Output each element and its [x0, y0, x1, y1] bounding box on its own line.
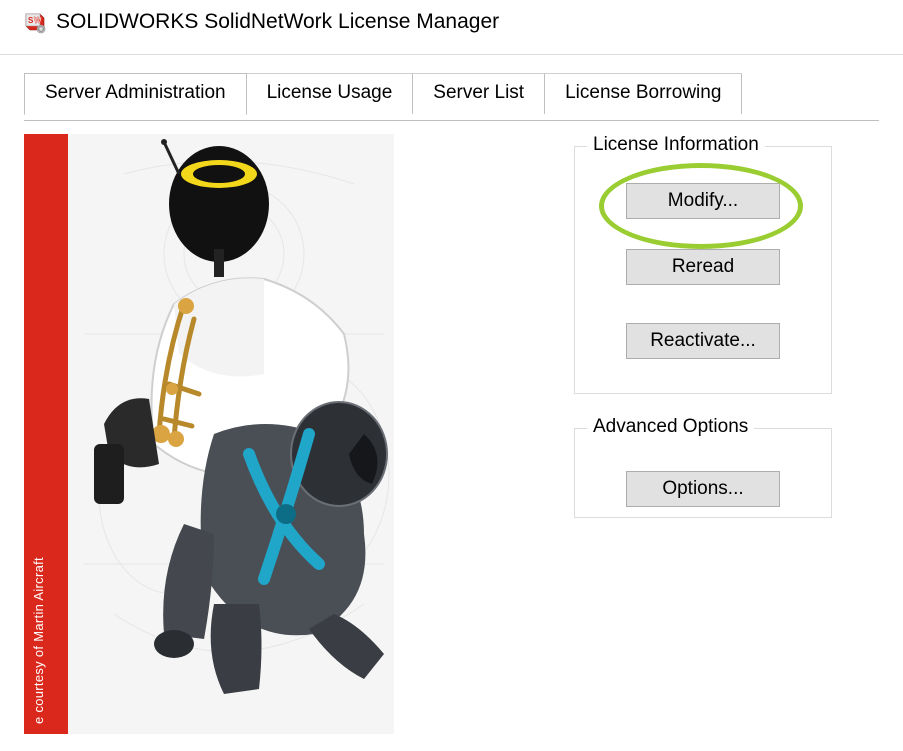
client-area: Server Administration License Usage Serv… [0, 54, 903, 734]
reactivate-button[interactable]: Reactivate... [626, 323, 780, 359]
tab-license-usage[interactable]: License Usage [246, 73, 414, 114]
right-column: License Information Modify... Reread Rea… [434, 134, 879, 734]
window-title: SOLIDWORKS SolidNetWork License Manager [56, 10, 499, 34]
modify-button[interactable]: Modify... [626, 183, 780, 219]
reread-button[interactable]: Reread [626, 249, 780, 285]
tab-content: e courtesy of Martin Aircraft [0, 114, 903, 734]
tab-underline [24, 120, 879, 121]
options-button[interactable]: Options... [626, 471, 780, 507]
svg-text:W: W [34, 16, 42, 25]
titlebar: S W SOLIDWORKS SolidNetWork License Mana… [0, 0, 903, 44]
group-license-title: License Information [587, 134, 765, 156]
tab-server-administration[interactable]: Server Administration [24, 73, 247, 115]
group-advanced-title: Advanced Options [587, 416, 754, 438]
group-advanced-options: Advanced Options Options... [574, 428, 832, 518]
tab-server-list[interactable]: Server List [412, 73, 545, 114]
tab-bar: Server Administration License Usage Serv… [0, 55, 903, 114]
promo-image: e courtesy of Martin Aircraft [24, 134, 394, 734]
tab-license-borrowing[interactable]: License Borrowing [544, 73, 742, 114]
promo-credit-text: e courtesy of Martin Aircraft [31, 557, 46, 724]
app-icon: S W [22, 10, 46, 34]
group-license-information: License Information Modify... Reread Rea… [574, 146, 832, 394]
